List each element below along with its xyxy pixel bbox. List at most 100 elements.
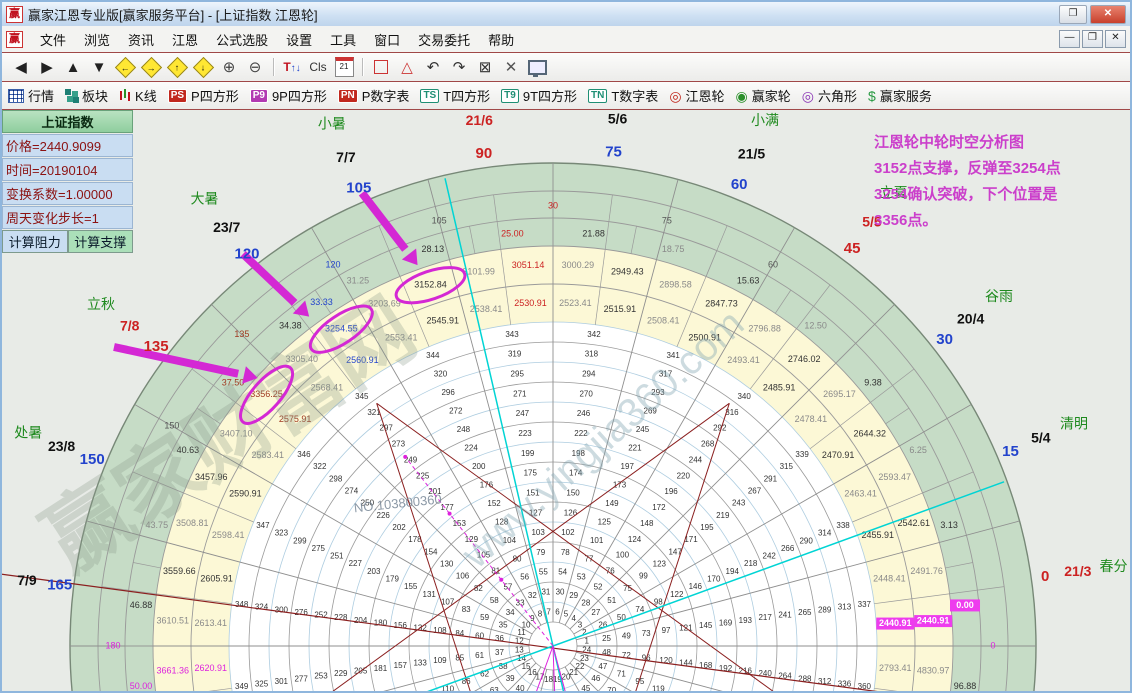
sectors-button-label: 板块 <box>82 86 108 105</box>
menu-item-工具[interactable]: 工具 <box>321 28 365 51</box>
t-table-button[interactable]: TNT数字表 <box>588 86 658 105</box>
mdi-minimize-button[interactable]: — <box>1059 30 1080 48</box>
cls-button[interactable]: Cls <box>306 56 330 78</box>
svg-text:4: 4 <box>571 614 576 623</box>
svg-text:55: 55 <box>539 568 548 577</box>
t9-square-button[interactable]: T99T四方形 <box>501 86 577 105</box>
winner-service-button[interactable]: $赢家服务 <box>868 86 932 105</box>
p-square-button-icon: PS <box>168 89 187 103</box>
sectors-button[interactable]: 板块 <box>65 86 108 105</box>
calc-support-button[interactable]: 计算支撑 <box>68 230 134 253</box>
svg-text:3661.36: 3661.36 <box>157 665 190 675</box>
svg-text:218: 218 <box>744 559 758 568</box>
mdi-controls: —❐✕ <box>1057 30 1126 48</box>
hexagon-button[interactable]: ◎六角形 <box>802 86 857 105</box>
rotate-cw-icon[interactable]: ↷ <box>447 56 471 78</box>
rotate-ccw-icon[interactable]: ↶ <box>421 56 445 78</box>
triangle-tool-icon[interactable]: △ <box>395 56 419 78</box>
hexagon-button-icon: ◎ <box>802 89 814 103</box>
svg-text:265: 265 <box>798 608 812 617</box>
square-tool-icon[interactable] <box>369 56 393 78</box>
svg-text:2695.17: 2695.17 <box>823 389 856 399</box>
svg-text:46.88: 46.88 <box>130 600 153 610</box>
zoom-out-icon[interactable]: ⊖ <box>243 56 267 78</box>
svg-text:133: 133 <box>413 659 427 668</box>
zoom-in-icon[interactable]: ⊕ <box>217 56 241 78</box>
gann-wheel-button-label: 江恩轮 <box>686 86 725 105</box>
menu-item-帮助[interactable]: 帮助 <box>479 28 523 51</box>
svg-text:立秋: 立秋 <box>87 296 115 312</box>
svg-text:21/6: 21/6 <box>466 112 493 128</box>
collapse-icon[interactable]: ✕ <box>499 56 523 78</box>
svg-text:126: 126 <box>564 508 578 517</box>
menu-item-设置[interactable]: 设置 <box>277 28 321 51</box>
svg-text:79: 79 <box>536 548 545 557</box>
svg-text:170: 170 <box>707 575 721 584</box>
analysis-note: 江恩轮中轮时空分析图3152点支撑，反弹至3254点3254确认突破，下个位置是… <box>874 130 1130 234</box>
winner-wheel-button[interactable]: ◉赢家轮 <box>736 86 791 105</box>
step-down-icon[interactable]: ↓ <box>191 56 215 78</box>
svg-text:315: 315 <box>780 462 794 471</box>
svg-text:219: 219 <box>716 511 730 520</box>
svg-text:2448.41: 2448.41 <box>873 573 906 583</box>
svg-text:109: 109 <box>433 656 447 665</box>
svg-text:318: 318 <box>585 350 599 359</box>
nav-up-icon[interactable]: ▲ <box>61 56 85 78</box>
svg-text:220: 220 <box>677 471 691 480</box>
svg-text:342: 342 <box>587 330 601 339</box>
svg-text:96.88: 96.88 <box>954 681 977 691</box>
p-table-button-icon: PN <box>338 89 358 103</box>
p-table-button[interactable]: PNP数字表 <box>338 86 410 105</box>
menu-item-文件[interactable]: 文件 <box>31 28 75 51</box>
svg-text:22: 22 <box>576 662 585 671</box>
svg-text:107: 107 <box>441 597 455 606</box>
svg-text:120: 120 <box>235 245 260 262</box>
analysis-note-line-2: 3254确认突破，下个位置是 <box>874 182 1130 208</box>
gann-wheel-button[interactable]: ◎江恩轮 <box>669 86 724 105</box>
svg-text:61: 61 <box>475 651 484 660</box>
calc-resistance-button[interactable]: 计算阻力 <box>2 230 68 253</box>
step-right-icon[interactable]: → <box>139 56 163 78</box>
step-up-icon[interactable]: ↑ <box>165 56 189 78</box>
kline-button[interactable]: K线 <box>119 86 157 105</box>
toolbar-separator <box>362 58 363 76</box>
svg-text:125: 125 <box>598 517 612 526</box>
step-left-icon[interactable]: ← <box>113 56 137 78</box>
close-button[interactable]: ✕ <box>1090 5 1126 24</box>
calendar-icon[interactable]: 21 <box>332 56 356 78</box>
panel-row-1: 时间=20190104 <box>2 158 133 181</box>
menu-item-窗口[interactable]: 窗口 <box>365 28 409 51</box>
svg-text:270: 270 <box>579 389 593 398</box>
svg-text:119: 119 <box>652 685 665 692</box>
quotes-button[interactable]: 行情 <box>8 86 54 105</box>
svg-text:45: 45 <box>581 684 590 692</box>
menu-item-江恩[interactable]: 江恩 <box>163 28 207 51</box>
svg-text:2508.41: 2508.41 <box>647 316 680 326</box>
mdi-restore-button[interactable]: ❐ <box>1082 30 1103 48</box>
screen-icon[interactable] <box>525 56 549 78</box>
price-axis-icon[interactable]: T↑↓ <box>280 56 304 78</box>
t-square-button[interactable]: TST四方形 <box>420 86 490 105</box>
nav-left-icon[interactable]: ◀ <box>9 56 33 78</box>
quotes-button-icon <box>8 89 24 103</box>
svg-text:105: 105 <box>432 215 447 225</box>
svg-text:180: 180 <box>105 640 120 650</box>
winner-service-button-icon: $ <box>868 89 876 103</box>
svg-text:80: 80 <box>513 554 522 563</box>
p-square-button[interactable]: PSP四方形 <box>168 86 239 105</box>
svg-text:21/3: 21/3 <box>1064 563 1091 579</box>
mdi-close-button[interactable]: ✕ <box>1105 30 1126 48</box>
nav-down-icon[interactable]: ▼ <box>87 56 111 78</box>
svg-text:60: 60 <box>768 259 778 269</box>
menu-item-浏览[interactable]: 浏览 <box>75 28 119 51</box>
menu-item-公式选股[interactable]: 公式选股 <box>207 28 277 51</box>
boxed-x-icon[interactable]: ⊠ <box>473 56 497 78</box>
svg-text:37: 37 <box>495 648 504 657</box>
menu-item-资讯[interactable]: 资讯 <box>119 28 163 51</box>
nav-right-icon[interactable]: ▶ <box>35 56 59 78</box>
svg-text:340: 340 <box>737 392 751 401</box>
p9-square-button[interactable]: P99P四方形 <box>250 86 327 105</box>
maximize-button[interactable]: ❐ <box>1059 5 1087 24</box>
svg-text:99: 99 <box>639 572 648 581</box>
menu-item-交易委托[interactable]: 交易委托 <box>409 28 479 51</box>
